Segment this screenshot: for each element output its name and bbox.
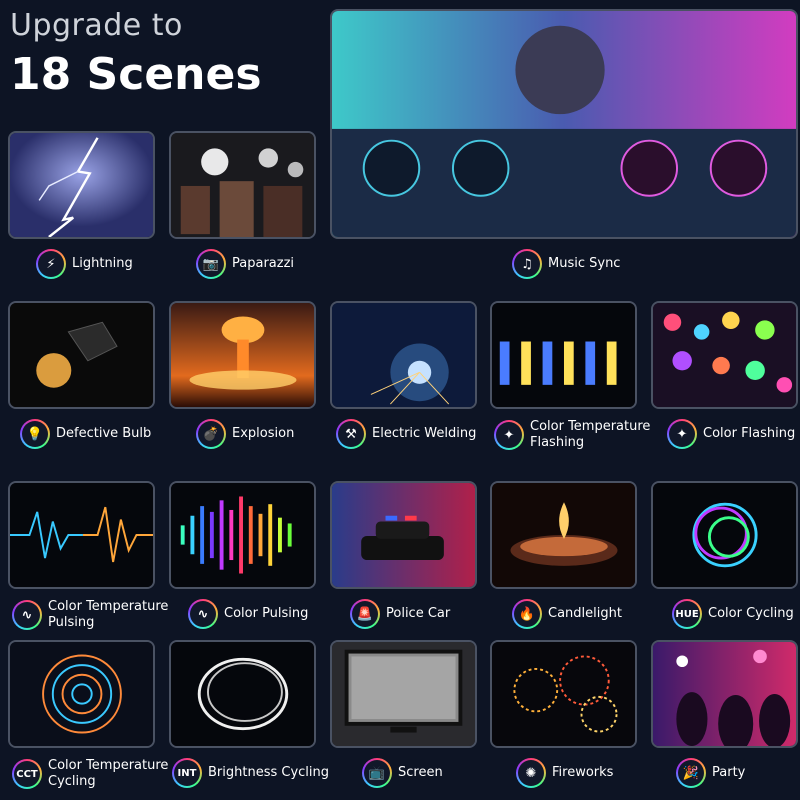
scene-label-screen: 📺 Screen [362, 758, 443, 788]
police-car-scene-image [330, 481, 477, 589]
tv-icon: 📺 [362, 758, 392, 788]
party-scene-image [651, 640, 798, 748]
cct-icon: CCT [12, 759, 42, 789]
pulse-icon: ∿ [188, 599, 218, 629]
headline: Upgrade to 18 Scenes [10, 6, 262, 102]
scene-label-electric-welding: ⚒ Electric Welding [336, 419, 476, 449]
scene-label-candlelight: 🔥 Candlelight [512, 599, 622, 629]
camera-icon: 📷 [196, 249, 226, 279]
scene-label-paparazzi: 📷 Paparazzi [196, 249, 294, 279]
fireworks-scene-image [490, 640, 637, 748]
scene-label-fireworks: ✺ Fireworks [516, 758, 613, 788]
color-temperature-pulsing-scene-image [8, 481, 155, 589]
scene-label-color-flashing: ✦ Color Flashing [667, 419, 795, 449]
music-note-icon: ♫ [512, 249, 542, 279]
screen-scene-image [330, 640, 477, 748]
scene-label-police-car: 🚨 Police Car [350, 599, 450, 629]
explosion-scene-image [169, 301, 316, 409]
color-temperature-flashing-scene-image [490, 301, 637, 409]
scene-label-brightness-cycling: INT Brightness Cycling [172, 758, 329, 788]
welding-icon: ⚒ [336, 419, 366, 449]
candlelight-scene-image [490, 481, 637, 589]
lightning-scene-image [8, 131, 155, 239]
electric-welding-scene-image [330, 301, 477, 409]
siren-icon: 🚨 [350, 599, 380, 629]
color-temperature-cycling-scene-image [8, 640, 155, 748]
int-icon: INT [172, 758, 202, 788]
scene-label-color-temperature-cycling: CCT Color Temperature Cycling [12, 758, 168, 790]
scene-label-color-temperature-flashing: ✦ Color Temperature Flashing [494, 419, 650, 451]
bomb-icon: 💣 [196, 419, 226, 449]
color-cycling-scene-image [651, 481, 798, 589]
headline-line-2: 18 Scenes [10, 49, 262, 100]
firework-icon: ✺ [516, 758, 546, 788]
scene-label-defective-bulb: 💡 Defective Bulb [20, 419, 151, 449]
bulb-icon: 💡 [20, 419, 50, 449]
scene-label-lightning: ⚡ Lightning [36, 249, 133, 279]
party-icon: 🎉 [676, 758, 706, 788]
headline-line-1: Upgrade to [10, 8, 183, 43]
pulse-icon: ∿ [12, 600, 42, 630]
paparazzi-scene-image [169, 131, 316, 239]
music-sync-scene-image [330, 9, 798, 239]
sparkle-icon: ✦ [667, 419, 697, 449]
scene-label-music-sync: ♫ Music Sync [512, 249, 620, 279]
lightning-icon: ⚡ [36, 249, 66, 279]
flame-icon: 🔥 [512, 599, 542, 629]
scene-label-party: 🎉 Party [676, 758, 745, 788]
sparkle-icon: ✦ [494, 420, 524, 450]
brightness-cycling-scene-image [169, 640, 316, 748]
scene-label-color-cycling: HUE Color Cycling [672, 599, 794, 629]
color-flashing-scene-image [651, 301, 798, 409]
color-pulsing-scene-image [169, 481, 316, 589]
hue-icon: HUE [672, 599, 702, 629]
scene-label-explosion: 💣 Explosion [196, 419, 294, 449]
defective-bulb-scene-image [8, 301, 155, 409]
scene-label-color-temperature-pulsing: ∿ Color Temperature Pulsing [12, 599, 168, 631]
scene-label-color-pulsing: ∿ Color Pulsing [188, 599, 308, 629]
